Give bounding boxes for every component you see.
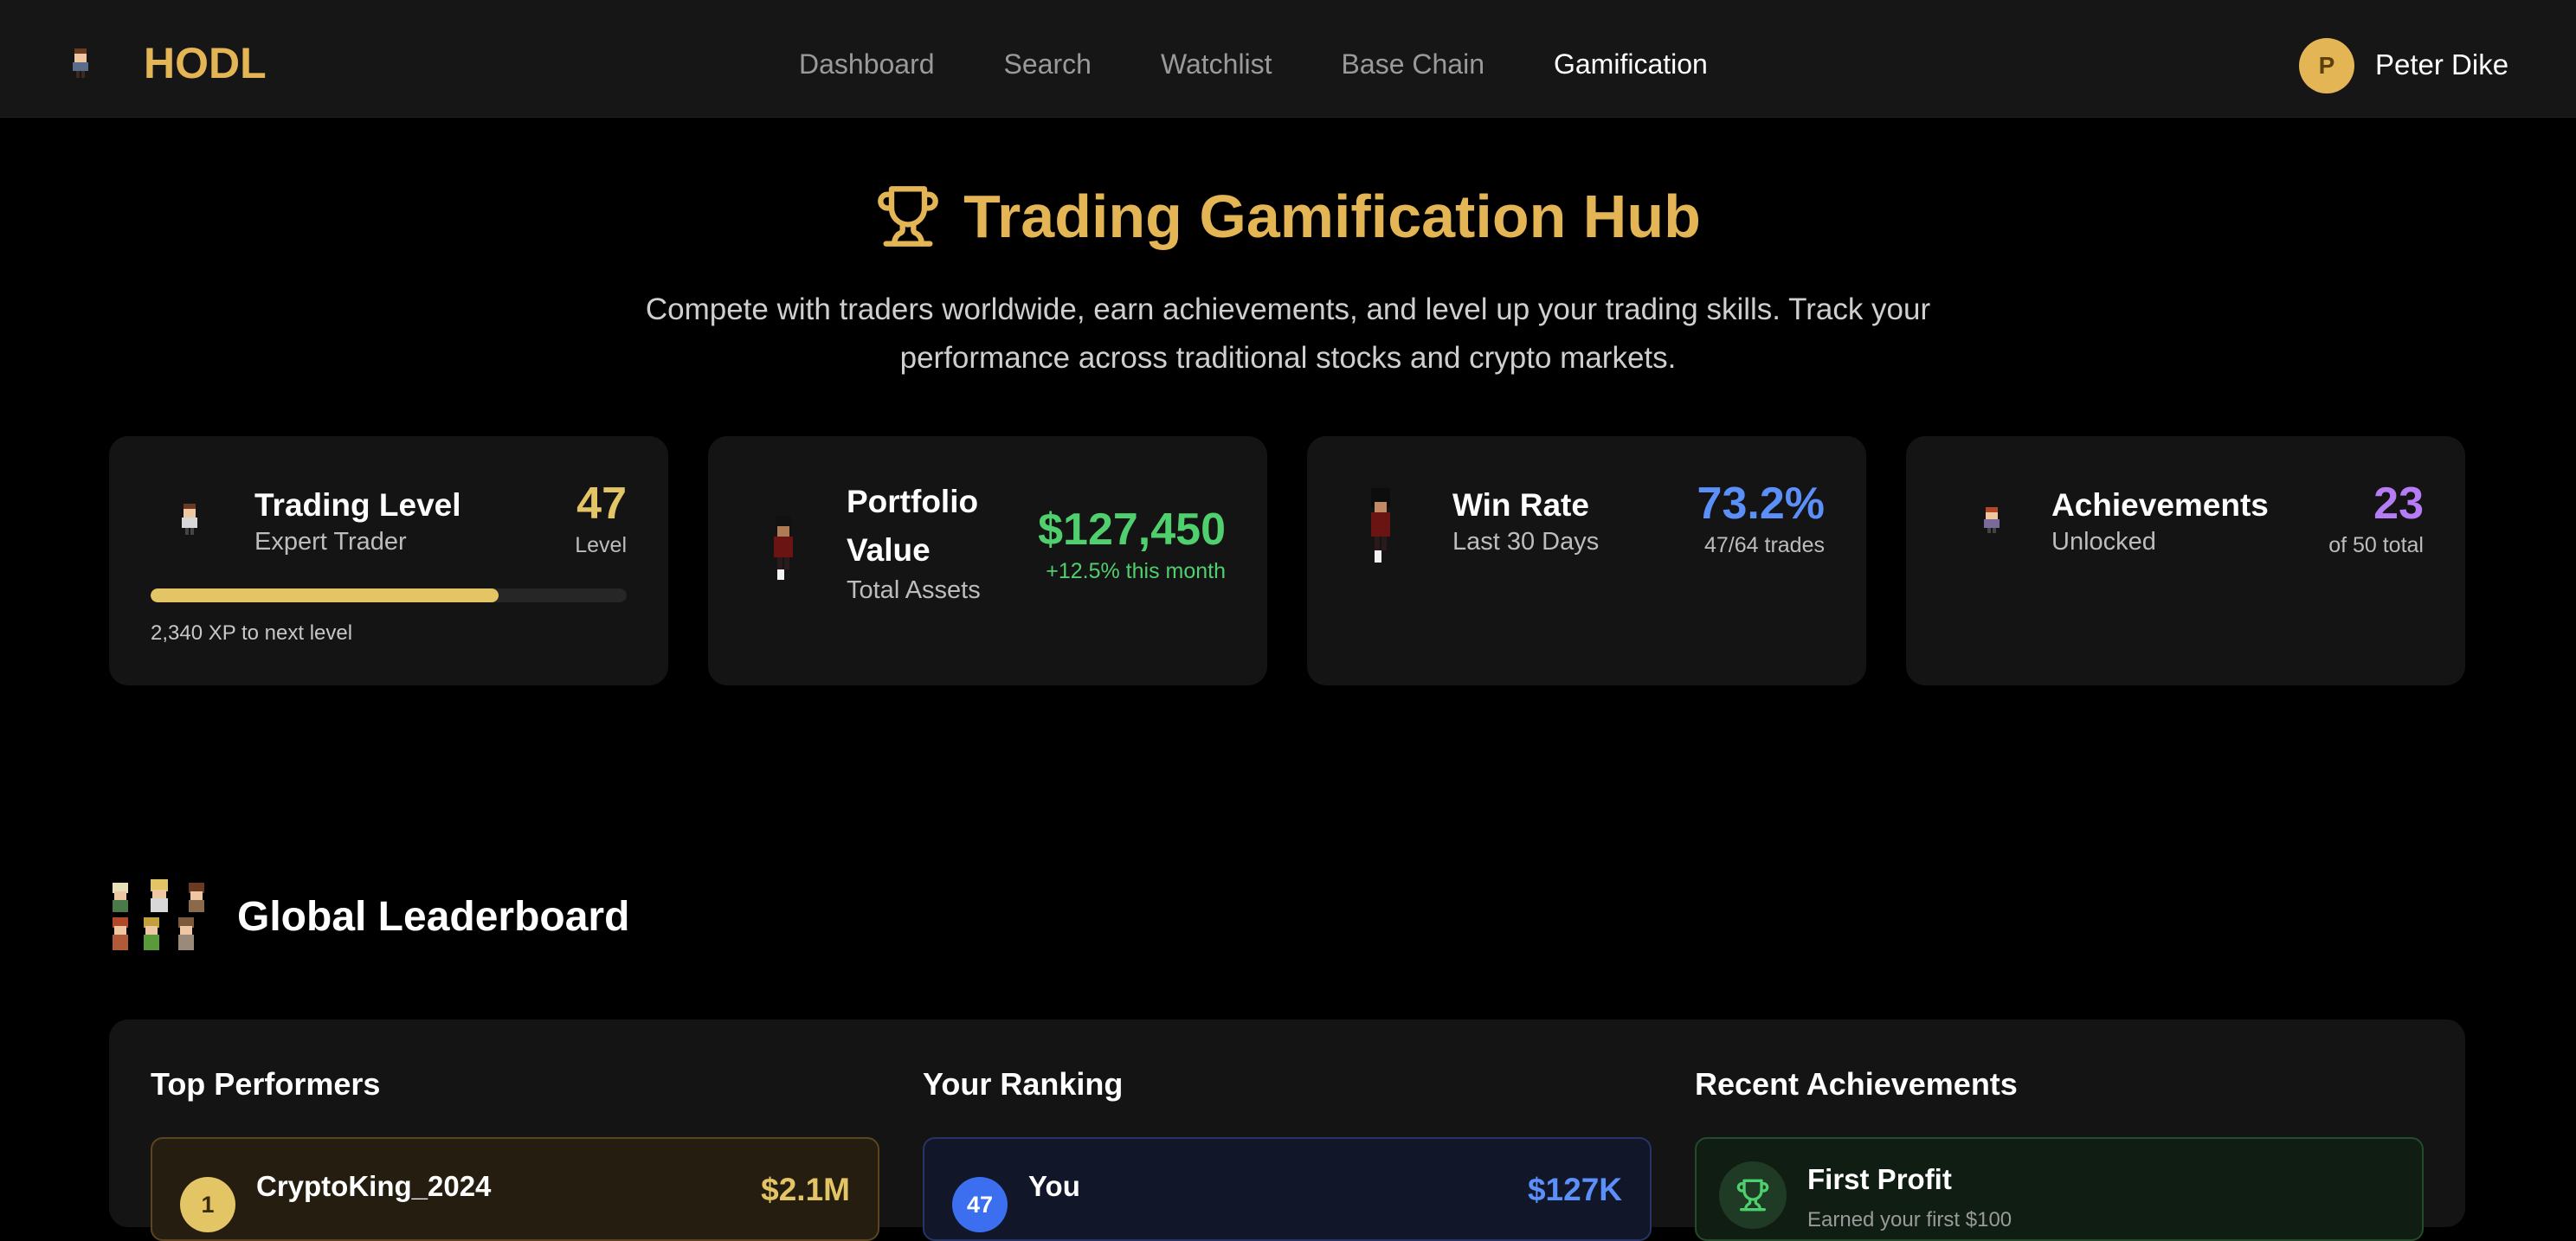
win-rate-card: Win Rate Last 30 Days 73.2% 47/64 trades <box>1307 436 1866 685</box>
card-subtitle: Unlocked <box>2051 528 2156 556</box>
level-value: 47 <box>576 479 627 529</box>
winrate-sprite-icon <box>1371 488 1390 563</box>
portfolio-sprite-icon <box>774 516 793 580</box>
user-name[interactable]: Peter Dike <box>2375 48 2508 81</box>
portfolio-value-card: Portfolio Value Total Assets $127,450 +1… <box>708 436 1267 685</box>
list-item[interactable]: 47 You $127K <box>923 1137 1652 1241</box>
portfolio-value: $127,450 <box>1038 505 1226 555</box>
card-subtitle: Total Assets <box>847 576 981 604</box>
nav-gamification[interactable]: Gamification <box>1554 48 1708 80</box>
trader-value: $127K <box>1527 1172 1622 1207</box>
trophy-icon <box>878 186 938 247</box>
top-performers-title: Top Performers <box>151 1066 381 1102</box>
xp-progress-bar <box>151 588 627 602</box>
list-item[interactable]: 1 CryptoKing_2024 $2.1M <box>151 1137 879 1241</box>
trader-name: CryptoKing_2024 <box>256 1170 492 1202</box>
card-title: Win Rate <box>1452 487 1589 523</box>
rank-badge: 1 <box>180 1177 235 1232</box>
logo-sprite-icon[interactable] <box>69 48 92 78</box>
achievements-card: Achievements Unlocked 23 of 50 total <box>1906 436 2465 685</box>
nav-watchlist[interactable]: Watchlist <box>1161 48 1272 80</box>
top-navbar: HODL Dashboard Search Watchlist Base Cha… <box>0 0 2576 118</box>
win-rate-value: 73.2% <box>1697 479 1825 529</box>
card-title: Achievements <box>2051 487 2269 523</box>
leaderboard-title: Global Leaderboard <box>237 893 630 940</box>
card-subtitle: Last 30 Days <box>1452 528 1600 556</box>
nav-base-chain[interactable]: Base Chain <box>1342 48 1484 80</box>
achievement-name: First Profit <box>1807 1163 1952 1195</box>
level-label: Level <box>575 533 627 557</box>
xp-text: 2,340 XP to next level <box>151 621 353 645</box>
trophy-icon <box>1736 1179 1769 1212</box>
trader-name: You <box>1028 1170 1080 1202</box>
page-subtitle: Compete with traders worldwide, earn ach… <box>645 293 1931 375</box>
leaderboard-heading: Global Leaderboard <box>109 879 629 954</box>
achievement-badge <box>1719 1161 1787 1229</box>
rank-badge: 47 <box>952 1177 1008 1232</box>
leaderboard-panel: Top Performers Your Ranking Recent Achie… <box>109 1019 2465 1241</box>
your-ranking-title: Your Ranking <box>923 1066 1124 1102</box>
card-subtitle: Expert Trader <box>254 528 407 556</box>
brand-logo[interactable]: HODL <box>144 38 267 88</box>
recent-achievements-title: Recent Achievements <box>1695 1066 2018 1102</box>
xp-progress-fill <box>151 588 499 602</box>
achievement-sprite-icon <box>1984 507 2000 533</box>
nav-dashboard[interactable]: Dashboard <box>799 48 935 80</box>
trader-group-icon <box>113 879 204 950</box>
trader-value: $2.1M <box>761 1172 850 1207</box>
avatar[interactable]: P <box>2299 38 2354 93</box>
hero-heading: Trading Gamification Hub <box>0 182 2576 251</box>
achievement-desc: Earned your first $100 <box>1807 1208 2012 1231</box>
page-title: Trading Gamification Hub <box>963 183 1701 250</box>
card-title: Portfolio Value <box>847 484 979 568</box>
trader-sprite-icon <box>182 504 197 535</box>
list-item[interactable]: First Profit Earned your first $100 <box>1695 1137 2424 1241</box>
achievements-total: of 50 total <box>2328 533 2424 557</box>
card-title: Trading Level <box>254 487 461 523</box>
achievements-count: 23 <box>2373 479 2424 529</box>
portfolio-change: +12.5% this month <box>1046 559 1226 583</box>
trades-count: 47/64 trades <box>1704 533 1825 557</box>
nav-search[interactable]: Search <box>1004 48 1092 80</box>
main-nav: Dashboard Search Watchlist Base Chain Ga… <box>799 48 1708 80</box>
trading-level-card: Trading Level Expert Trader 47 Level 2,3… <box>109 436 668 685</box>
